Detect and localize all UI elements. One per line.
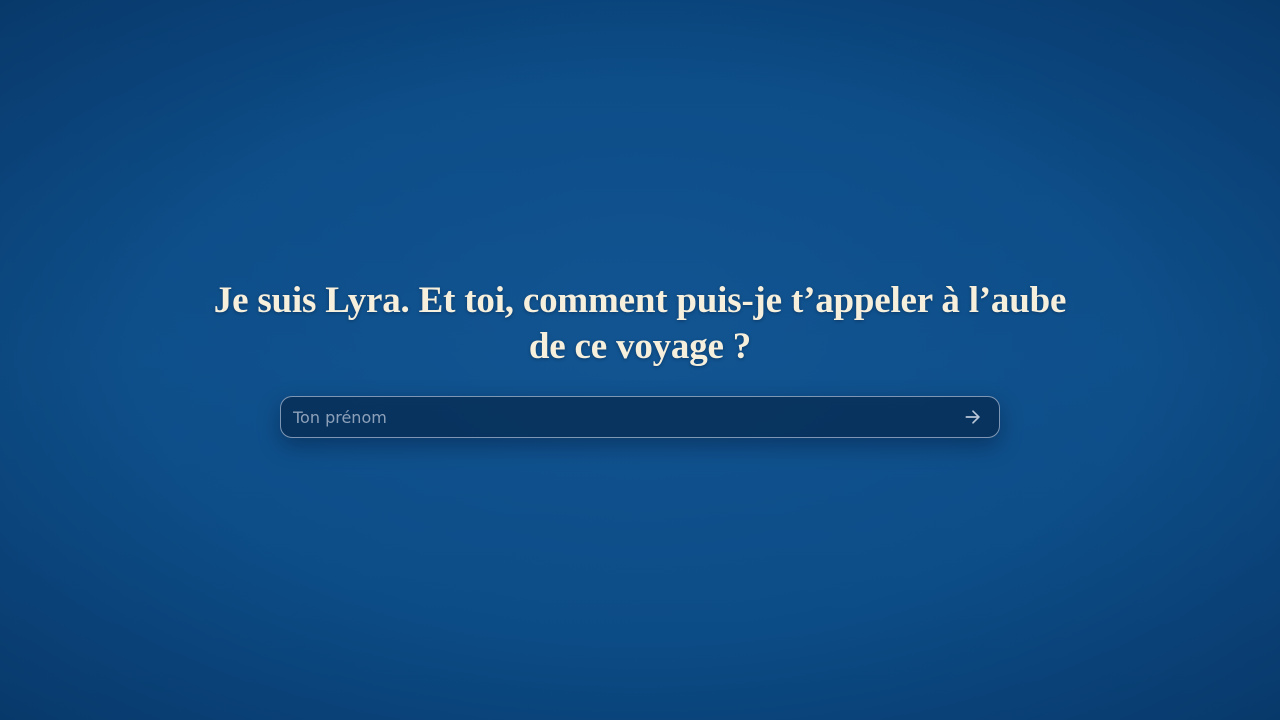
name-input[interactable] [293, 397, 933, 437]
name-form [280, 396, 1000, 438]
submit-button[interactable] [961, 405, 985, 429]
arrow-right-icon [963, 407, 983, 427]
welcome-screen: Je suis Lyra. Et toi, comment puis-je t’… [0, 0, 1280, 720]
intro-prompt: Je suis Lyra. Et toi, comment puis-je t’… [213, 280, 1067, 367]
